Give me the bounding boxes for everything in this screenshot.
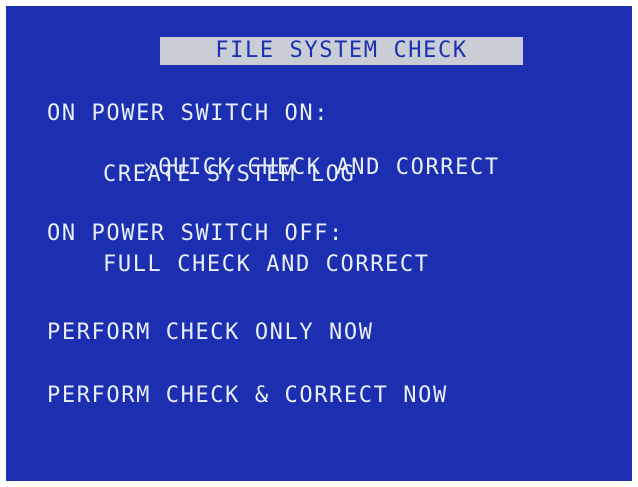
power-on-heading: ON POWER SWITCH ON: — [47, 101, 330, 126]
menu-item-perform-check-and-correct-now[interactable]: PERFORM CHECK & CORRECT NOW — [47, 384, 448, 408]
menu-title: FILE SYSTEM CHECK — [160, 37, 523, 65]
osd-menu-screen: FILE SYSTEM CHECK ON POWER SWITCH ON: »Q… — [6, 6, 632, 481]
menu-item-full-check-and-correct[interactable]: FULL CHECK AND CORRECT — [103, 253, 430, 277]
menu-item-perform-check-only-now[interactable]: PERFORM CHECK ONLY NOW — [47, 321, 374, 345]
power-off-heading: ON POWER SWITCH OFF: — [47, 221, 344, 246]
menu-item-create-system-log[interactable]: CREATE SYSTEM LOG — [103, 163, 355, 187]
